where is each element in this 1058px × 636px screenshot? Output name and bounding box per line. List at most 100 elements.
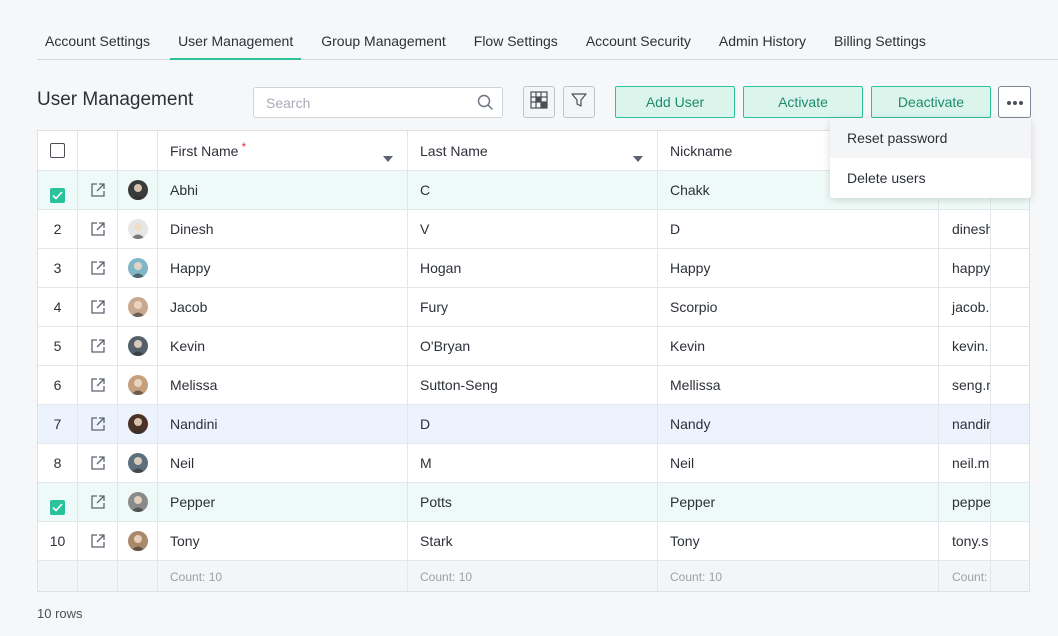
sort-caret-icon[interactable] xyxy=(383,149,393,165)
first-name-cell[interactable]: Abhi xyxy=(158,171,408,209)
email-cell[interactable]: nandir xyxy=(939,405,991,443)
table-row[interactable]: 8 Neil M Neil neil.m xyxy=(38,444,1029,483)
first-name-cell[interactable]: Melissa xyxy=(158,366,408,404)
email-cell[interactable]: kevin. xyxy=(939,327,991,365)
nickname-cell[interactable]: Pepper xyxy=(658,483,939,521)
open-record-cell[interactable] xyxy=(78,444,118,482)
nickname-cell[interactable]: Scorpio xyxy=(658,288,939,326)
first-name-cell[interactable]: Tony xyxy=(158,522,408,560)
open-external-icon[interactable] xyxy=(90,221,106,237)
last-name-cell[interactable]: C xyxy=(408,171,658,209)
filter-button[interactable] xyxy=(563,86,595,118)
row-checkbox[interactable] xyxy=(50,187,65,203)
tab-user-management[interactable]: User Management xyxy=(170,22,302,60)
email-cell[interactable]: neil.m xyxy=(939,444,991,482)
delete-users-item[interactable]: Delete users xyxy=(830,158,1031,198)
nickname-cell[interactable]: Nandy xyxy=(658,405,939,443)
email-cell[interactable]: seng.n xyxy=(939,366,991,404)
row-select-cell[interactable]: 8 xyxy=(38,444,78,482)
first-name-cell[interactable]: Dinesh xyxy=(158,210,408,248)
table-row[interactable]: 6 Melissa Sutton-Seng Mellissa seng.n xyxy=(38,366,1029,405)
nickname-cell[interactable]: Mellissa xyxy=(658,366,939,404)
email-cell[interactable]: happy xyxy=(939,249,991,287)
first-name-cell[interactable]: Happy xyxy=(158,249,408,287)
open-external-icon[interactable] xyxy=(90,416,106,432)
row-select-cell[interactable]: 3 xyxy=(38,249,78,287)
tab-admin-history[interactable]: Admin History xyxy=(711,22,814,60)
open-external-icon[interactable] xyxy=(90,377,106,393)
nickname-cell[interactable]: D xyxy=(658,210,939,248)
add-user-button[interactable]: Add User xyxy=(615,86,735,118)
tab-flow-settings[interactable]: Flow Settings xyxy=(466,22,566,60)
table-row[interactable]: 7 Nandini D Nandy nandir xyxy=(38,405,1029,444)
tab-account-security[interactable]: Account Security xyxy=(578,22,699,60)
row-select-cell[interactable]: 6 xyxy=(38,366,78,404)
table-row[interactable]: 4 Jacob Fury Scorpio jacob. xyxy=(38,288,1029,327)
more-actions-button[interactable] xyxy=(998,86,1031,118)
email-cell[interactable]: tony.s xyxy=(939,522,991,560)
first-name-cell[interactable]: Kevin xyxy=(158,327,408,365)
first-name-header[interactable]: First Name * xyxy=(158,131,408,170)
open-record-cell[interactable] xyxy=(78,327,118,365)
last-name-cell[interactable]: D xyxy=(408,405,658,443)
first-name-cell[interactable]: Jacob xyxy=(158,288,408,326)
tab-billing-settings[interactable]: Billing Settings xyxy=(826,22,934,60)
nickname-cell[interactable]: Neil xyxy=(658,444,939,482)
open-external-icon[interactable] xyxy=(90,338,106,354)
last-name-header[interactable]: Last Name xyxy=(408,131,658,170)
last-name-cell[interactable]: Hogan xyxy=(408,249,658,287)
reset-password-item[interactable]: Reset password xyxy=(830,118,1031,158)
select-all-checkbox[interactable] xyxy=(50,143,65,158)
open-external-icon[interactable] xyxy=(90,455,106,471)
first-name-cell[interactable]: Pepper xyxy=(158,483,408,521)
row-select-cell[interactable]: 2 xyxy=(38,210,78,248)
email-cell[interactable]: peppe xyxy=(939,483,991,521)
last-name-cell[interactable]: O'Bryan xyxy=(408,327,658,365)
search-input[interactable] xyxy=(254,88,454,117)
last-name-cell[interactable]: Sutton-Seng xyxy=(408,366,658,404)
tab-group-management[interactable]: Group Management xyxy=(313,22,454,60)
grid-view-button[interactable] xyxy=(523,86,555,118)
tab-account-settings[interactable]: Account Settings xyxy=(37,22,158,60)
open-record-cell[interactable] xyxy=(78,366,118,404)
nickname-cell[interactable]: Happy xyxy=(658,249,939,287)
table-row[interactable]: 2 Dinesh V Ddinesh xyxy=(38,210,1029,249)
last-name-cell[interactable]: V xyxy=(408,210,658,248)
last-name-cell[interactable]: M xyxy=(408,444,658,482)
activate-button[interactable]: Activate xyxy=(743,86,863,118)
open-record-cell[interactable] xyxy=(78,171,118,209)
last-name-cell[interactable]: Potts xyxy=(408,483,658,521)
table-row[interactable]: Pepper Potts Pepper peppe xyxy=(38,483,1029,522)
search-icon[interactable] xyxy=(477,94,494,116)
open-record-cell[interactable] xyxy=(78,288,118,326)
open-external-icon[interactable] xyxy=(90,182,106,198)
deactivate-button[interactable]: Deactivate xyxy=(871,86,991,118)
last-name-cell[interactable]: Stark xyxy=(408,522,658,560)
open-external-icon[interactable] xyxy=(90,260,106,276)
table-row[interactable]: 10 Tony Stark Tony tony.s xyxy=(38,522,1029,561)
open-record-cell[interactable] xyxy=(78,483,118,521)
email-cell[interactable]: dinesh xyxy=(939,210,991,248)
nickname-cell[interactable]: Tony xyxy=(658,522,939,560)
table-row[interactable]: 3 Happy Hogan Happy happy xyxy=(38,249,1029,288)
last-name-cell[interactable]: Fury xyxy=(408,288,658,326)
sort-caret-icon[interactable] xyxy=(633,149,643,165)
open-record-cell[interactable] xyxy=(78,249,118,287)
open-external-icon[interactable] xyxy=(90,533,106,549)
row-select-cell[interactable] xyxy=(38,171,78,209)
open-record-cell[interactable] xyxy=(78,210,118,248)
first-name-cell[interactable]: Nandini xyxy=(158,405,408,443)
row-select-cell[interactable]: 7 xyxy=(38,405,78,443)
open-record-cell[interactable] xyxy=(78,405,118,443)
open-external-icon[interactable] xyxy=(90,494,106,510)
open-external-icon[interactable] xyxy=(90,299,106,315)
open-record-cell[interactable] xyxy=(78,522,118,560)
table-row[interactable]: 5 Kevin O'Bryan Kevin kevin. xyxy=(38,327,1029,366)
nickname-cell[interactable]: Kevin xyxy=(658,327,939,365)
row-select-cell[interactable]: 4 xyxy=(38,288,78,326)
row-select-cell[interactable]: 5 xyxy=(38,327,78,365)
first-name-cell[interactable]: Neil xyxy=(158,444,408,482)
email-cell[interactable]: jacob. xyxy=(939,288,991,326)
row-checkbox[interactable] xyxy=(50,499,65,515)
row-select-cell[interactable] xyxy=(38,483,78,521)
